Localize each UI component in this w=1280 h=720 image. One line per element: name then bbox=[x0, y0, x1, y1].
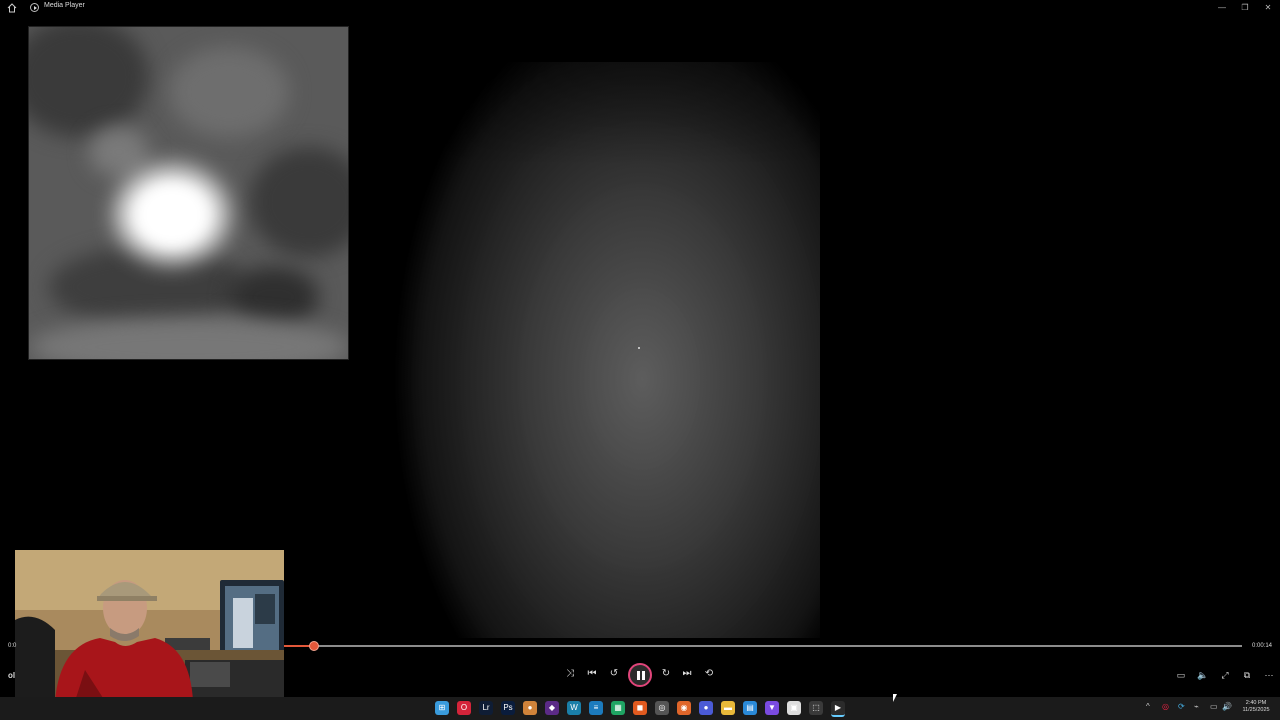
app-blue-circle-icon[interactable]: ● bbox=[699, 701, 713, 715]
previous-icon[interactable]: ⏮ bbox=[584, 666, 600, 682]
firefox-icon[interactable]: ◉ bbox=[677, 701, 691, 715]
tray-mic-icon[interactable]: ⌁ bbox=[1194, 702, 1199, 711]
elapsed-time: 0:0 bbox=[8, 643, 17, 649]
overlay-text: ol bbox=[8, 671, 16, 680]
home-icon[interactable] bbox=[7, 3, 17, 13]
title-bar: Media Player — ❐ ✕ bbox=[0, 0, 1280, 16]
speaker-icon[interactable]: 🔊 bbox=[1222, 702, 1232, 711]
mouse-cursor bbox=[893, 694, 897, 702]
video-canvas[interactable] bbox=[0, 16, 1280, 638]
tray-chevron-icon[interactable]: ^ bbox=[1146, 702, 1150, 711]
clock-time: 2:40 PM bbox=[1245, 700, 1267, 706]
video-frame-sky bbox=[352, 62, 820, 638]
photoshop-icon[interactable]: Ps bbox=[501, 701, 515, 715]
repeat-icon[interactable]: ⟲ bbox=[701, 666, 717, 682]
clock-date: 11/25/2025 bbox=[1242, 707, 1270, 713]
total-time: 0:00:14 bbox=[1252, 643, 1273, 649]
lightroom-icon[interactable]: Lr bbox=[479, 701, 493, 715]
webcam-scene bbox=[15, 550, 284, 701]
volume-icon[interactable]: 🔈 bbox=[1196, 668, 1210, 682]
forward-30-icon[interactable]: ↻ bbox=[658, 666, 674, 682]
sheets-icon[interactable]: ▦ bbox=[611, 701, 625, 715]
fullscreen-icon[interactable]: ⤢ bbox=[1218, 668, 1232, 682]
app-blue-window-icon[interactable]: ▤ bbox=[743, 701, 757, 715]
window-title: Media Player bbox=[44, 2, 85, 9]
rewind-10-icon[interactable]: ↺ bbox=[606, 666, 622, 682]
tray-sync-icon[interactable]: ⟳ bbox=[1178, 702, 1185, 711]
media-player-icon[interactable]: ▶ bbox=[831, 701, 845, 717]
next-icon[interactable]: ⏭ bbox=[679, 666, 695, 682]
miniplayer-icon[interactable]: ⧉ bbox=[1240, 668, 1254, 682]
zoom-inset-image bbox=[28, 26, 349, 360]
pause-button[interactable] bbox=[628, 663, 652, 687]
chrome-icon[interactable]: ◎ bbox=[655, 701, 669, 715]
notes-icon[interactable]: ≡ bbox=[589, 701, 603, 715]
webcam-overlay bbox=[15, 550, 284, 701]
media-player-app-icon bbox=[30, 3, 39, 12]
file-explorer-icon[interactable]: ▬ bbox=[721, 701, 735, 715]
network-icon[interactable]: ▭ bbox=[1210, 702, 1218, 711]
vpn-icon[interactable]: ▼ bbox=[765, 701, 779, 715]
opera-icon[interactable]: O bbox=[457, 701, 471, 715]
shuffle-icon[interactable]: ⤨ bbox=[562, 666, 578, 682]
system-clock[interactable]: 2:40 PM 11/25/2025 bbox=[1238, 700, 1274, 714]
tray-security-icon[interactable]: ◎ bbox=[1162, 702, 1169, 711]
word-icon[interactable]: W bbox=[567, 701, 581, 715]
app-orange-ball-icon[interactable]: ● bbox=[523, 701, 537, 715]
app-red-square-icon[interactable]: ◼ bbox=[633, 701, 647, 715]
close-button[interactable]: ✕ bbox=[1258, 2, 1278, 14]
taskbar: ⊞ O Lr Ps ● ◆ W ≡ ▦ ◼ ◎ ◉ ● ▬ ▤ ▼ ▣ ⬚ ▶ ^ ◎ ⟳ ⌁ ▭ 🔊 2:40 P… bbox=[0, 697, 1280, 720]
captions-icon[interactable]: ▭ bbox=[1174, 668, 1188, 682]
minimize-button[interactable]: — bbox=[1212, 2, 1232, 14]
app-purple-icon[interactable]: ◆ bbox=[545, 701, 559, 715]
star-point bbox=[638, 347, 640, 349]
progress-track[interactable] bbox=[284, 641, 1242, 651]
start-menu-icon[interactable]: ⊞ bbox=[435, 701, 449, 715]
progress-thumb[interactable] bbox=[308, 641, 319, 651]
store-icon[interactable]: ▣ bbox=[787, 701, 801, 715]
restore-button[interactable]: ❐ bbox=[1235, 2, 1255, 14]
more-options-icon[interactable]: ⋯ bbox=[1262, 668, 1276, 682]
app-dark-icon[interactable]: ⬚ bbox=[809, 701, 823, 715]
